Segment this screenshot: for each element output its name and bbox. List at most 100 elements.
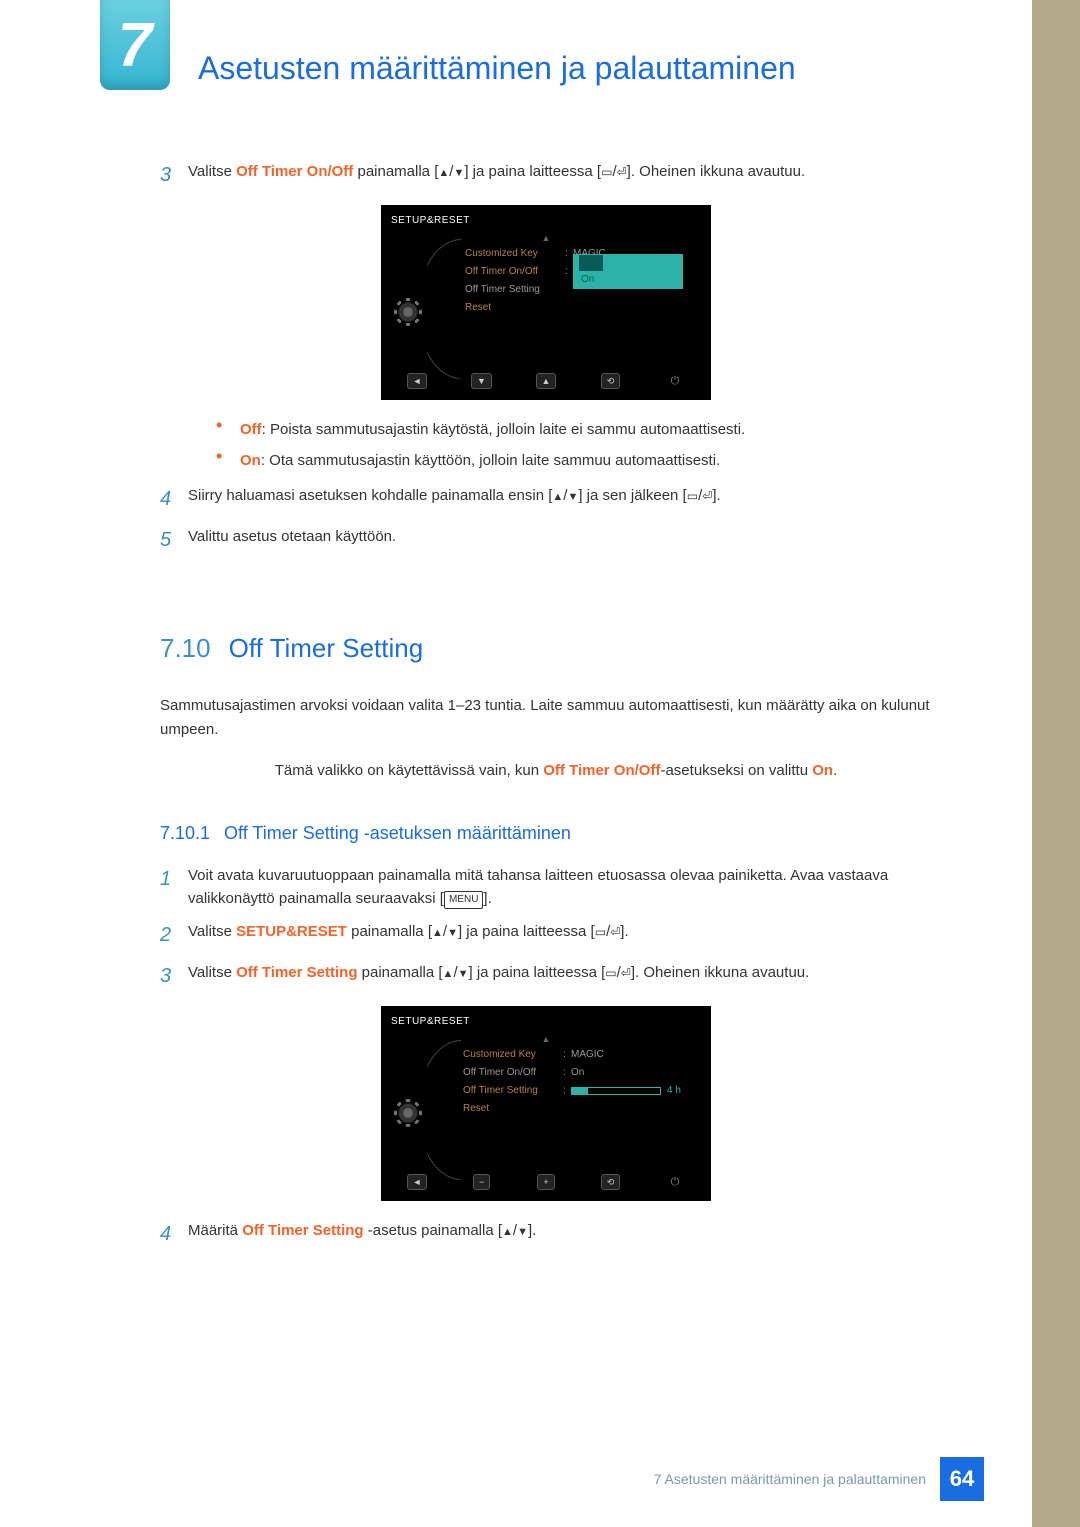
- text: ]. Oheinen ikkuna avautuu.: [627, 163, 805, 180]
- rect-icon: [595, 923, 606, 940]
- osd-dropdown: Off On: [573, 254, 683, 289]
- osd-row-off-timer-onoff: Off Timer On/Off : On: [463, 1064, 701, 1082]
- osd-label: Customized Key: [465, 246, 565, 262]
- text: ]. Oheinen ikkuna avautuu.: [631, 964, 809, 981]
- text: Määritä: [188, 1222, 242, 1239]
- enter-icon: [702, 487, 712, 504]
- osd-plus-icon: +: [537, 1174, 554, 1190]
- text: ] ja paina laitteessa [: [458, 923, 595, 940]
- osd-label: Reset: [465, 300, 565, 316]
- text: Voit avata kuvaruutuoppaan painamalla mi…: [188, 867, 888, 907]
- osd-slider-fill: [572, 1088, 588, 1094]
- rect-icon: [687, 487, 698, 504]
- subsection-number: 7.10.1: [160, 823, 210, 843]
- chapter-number-badge: 7: [100, 0, 170, 90]
- osd-row-reset: Reset: [463, 1100, 701, 1118]
- step-body: Siirry haluamasi asetuksen kohdalle pain…: [188, 484, 932, 515]
- sub-step-2: 2 Valitse SETUP&RESET painamalla [/] ja …: [160, 920, 932, 951]
- text: : Ota sammutusajastin käyttöön, jolloin …: [261, 452, 720, 469]
- osd-back-icon: ◄: [407, 373, 428, 389]
- off-timer-setting-label: Off Timer Setting: [242, 1222, 363, 1239]
- rect-icon: [605, 964, 616, 981]
- step-body: Valitse Off Timer Setting painamalla [/]…: [188, 961, 932, 992]
- sidebar-strip: [1032, 0, 1080, 1527]
- sub-step-1: 1 Voit avata kuvaruutuoppaan painamalla …: [160, 864, 932, 911]
- text: -asetukseksi on valittu: [660, 762, 812, 779]
- step-number: 4: [160, 1219, 188, 1250]
- text: ] ja sen jälkeen [: [578, 487, 686, 504]
- on-label: On: [812, 762, 833, 779]
- section-intro: Sammutusajastimen arvoksi voidaan valita…: [160, 694, 932, 741]
- bullet-on: • On: Ota sammutusajastin käyttöön, joll…: [216, 449, 932, 472]
- sub-step-3: 3 Valitse Off Timer Setting painamalla […: [160, 961, 932, 992]
- osd-footer: ◄ − + ⟲ ⏻: [381, 1174, 711, 1197]
- up-icon: [438, 163, 449, 180]
- osd-slider: 4 h: [571, 1083, 701, 1099]
- osd-arc-decoration: [417, 1040, 461, 1180]
- down-icon: [453, 163, 464, 180]
- bullet-icon: •: [216, 449, 240, 472]
- step-3: 3 Valitse Off Timer On/Off painamalla [/…: [160, 160, 932, 191]
- step-4: 4 Siirry haluamasi asetuksen kohdalle pa…: [160, 484, 932, 515]
- section-7-10: 7.10 Off Timer Setting: [160, 628, 932, 668]
- step-body: Valitse Off Timer On/Off painamalla [/] …: [188, 160, 932, 191]
- down-icon: [447, 923, 458, 940]
- text: ].: [620, 923, 628, 940]
- step-body: Valitse SETUP&RESET painamalla [/] ja pa…: [188, 920, 932, 951]
- enter-icon: [610, 923, 620, 940]
- osd-arc-decoration: [417, 239, 461, 379]
- colon: :: [563, 1065, 571, 1081]
- footer-chapter-label: 7 Asetusten määrittäminen ja palauttamin…: [654, 1471, 926, 1487]
- osd-value: On: [571, 1065, 584, 1081]
- text: .: [833, 762, 837, 779]
- text: ].: [483, 890, 491, 907]
- osd-label: Off Timer On/Off: [465, 264, 565, 280]
- off-timer-onoff-label: Off Timer On/Off: [543, 762, 660, 779]
- osd-label: Customized Key: [463, 1047, 563, 1063]
- rect-icon: [601, 163, 612, 180]
- osd-dropdown-option: On: [579, 274, 594, 285]
- chapter-header: 7 Asetusten määrittäminen ja palauttamin…: [0, 0, 1032, 90]
- osd-minus-icon: −: [473, 1174, 490, 1190]
- osd-slider-value: 4 h: [667, 1083, 681, 1099]
- down-icon: [458, 964, 469, 981]
- osd-title: SETUP&RESET: [381, 205, 711, 233]
- section-number: 7.10: [160, 628, 211, 668]
- step-number: 2: [160, 920, 188, 951]
- text: ] ja paina laitteessa [: [469, 964, 606, 981]
- up-icon: [552, 487, 563, 504]
- colon: :: [565, 246, 573, 262]
- osd-slider-track: [571, 1087, 661, 1095]
- colon: :: [565, 264, 573, 280]
- up-icon: [432, 923, 443, 940]
- text: On: Ota sammutusajastin käyttöön, jolloi…: [240, 449, 720, 472]
- osd-up-icon: ▲: [536, 373, 557, 389]
- text: Valitse: [188, 163, 236, 180]
- osd-label: Reset: [463, 1101, 563, 1117]
- text: Valitse: [188, 923, 236, 940]
- osd-return-icon: ⟲: [601, 1174, 621, 1190]
- text: ].: [528, 1222, 536, 1239]
- step-number: 3: [160, 961, 188, 992]
- gear-icon: [397, 1102, 419, 1124]
- osd-label: Off Timer Setting: [463, 1083, 563, 1099]
- osd-label: Off Timer On/Off: [463, 1065, 563, 1081]
- sub-step-4: 4 Määritä Off Timer Setting -asetus pain…: [160, 1219, 932, 1250]
- off-label: Off: [240, 421, 262, 438]
- text: painamalla [: [347, 923, 432, 940]
- setup-reset-label: SETUP&RESET: [236, 923, 347, 940]
- osd-footer: ◄ ▼ ▲ ⟲ ⏻: [381, 373, 711, 396]
- enter-icon: [617, 163, 627, 180]
- text: -asetus painamalla [: [364, 1222, 502, 1239]
- up-icon: [502, 1222, 513, 1239]
- enter-icon: [621, 964, 631, 981]
- osd-label: Off Timer Setting: [465, 282, 565, 298]
- step-5: 5 Valittu asetus otetaan käyttöön.: [160, 525, 932, 556]
- bullet-off: • Off: Poista sammutusajastin käytöstä, …: [216, 418, 932, 441]
- page-footer: 7 Asetusten määrittäminen ja palauttamin…: [0, 1457, 984, 1501]
- text: painamalla [: [357, 964, 442, 981]
- content: 3 Valitse Off Timer On/Off painamalla [/…: [0, 90, 1032, 1250]
- osd-scroll-up-icon: ▲: [381, 233, 711, 243]
- osd-title: SETUP&RESET: [381, 1006, 711, 1034]
- osd-power-icon: ⏻: [671, 375, 680, 387]
